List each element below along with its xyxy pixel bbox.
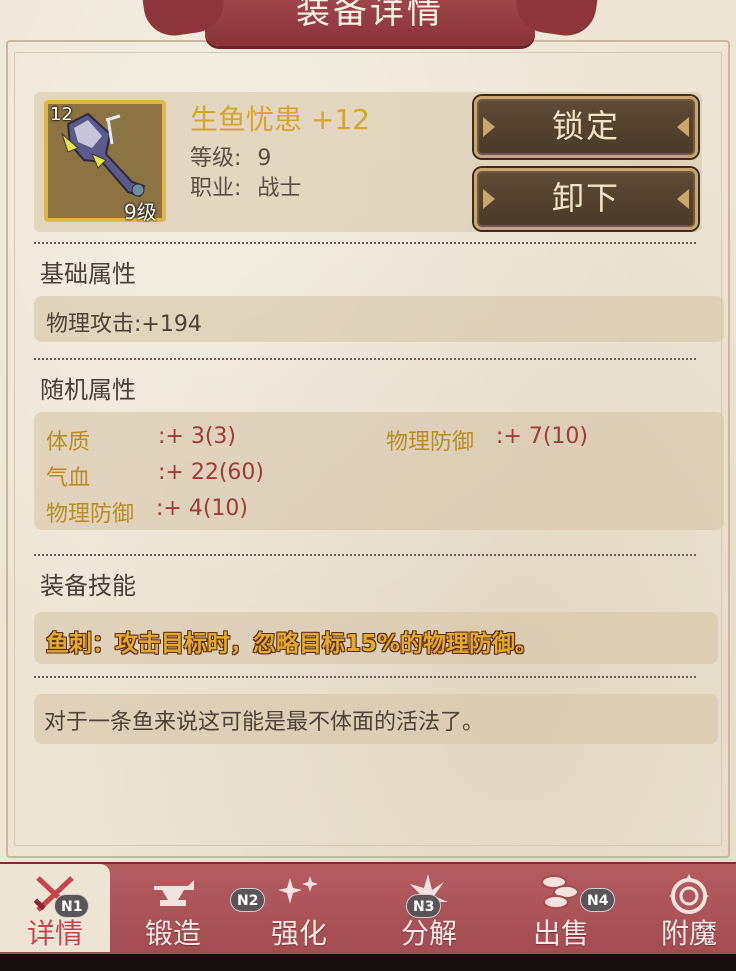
random-attr-label: 物理防御 <box>386 430 475 455</box>
random-attr-value: :+ 22(60) <box>158 460 264 485</box>
random-attr-label: 气血 <box>46 466 91 491</box>
unequip-button[interactable]: 卸下 <box>474 168 698 230</box>
tab-label: 分解 <box>400 917 457 950</box>
coins-icon <box>541 875 579 909</box>
flavor-text: 对于一条鱼来说这可能是最不体面的活法了。 <box>44 710 485 735</box>
magic-circle-icon <box>669 874 709 914</box>
annotation-badge: N1 <box>54 894 90 918</box>
random-attr-label: 物理防御 <box>46 502 135 527</box>
tab-label: 强化 <box>270 917 327 950</box>
divider <box>34 676 696 678</box>
random-attributes-title: 随机属性 <box>40 376 136 404</box>
equipment-detail-panel: 装备详情 12 9级 生鱼忧患 +12 等级: 9 职业: 战士 锁定 卸下 基础属… <box>0 0 736 862</box>
tab-forge[interactable]: 锻造 <box>118 864 228 952</box>
lock-button[interactable]: 锁定 <box>474 96 698 158</box>
annotation-badge: N4 <box>580 888 616 912</box>
tab-label: 锻造 <box>144 917 201 950</box>
item-class-row: 职业: 战士 <box>190 170 301 202</box>
equipment-skill-title: 装备技能 <box>40 572 136 600</box>
annotation-badge: N2 <box>230 888 266 912</box>
anvil-icon <box>154 880 194 906</box>
tab-enchant[interactable]: 附魔 <box>634 864 736 952</box>
item-level-row: 等级: 9 <box>190 140 271 172</box>
equipment-skill-text: 鱼刺：攻击目标时，忽略目标15%的物理防御。 <box>46 631 539 657</box>
item-name: 生鱼忧患 +12 <box>190 103 370 136</box>
item-class-label: 职业: <box>190 176 242 201</box>
tab-label: 附魔 <box>660 917 717 950</box>
item-level-value: 9 <box>257 146 272 171</box>
annotation-badge: N3 <box>406 894 442 918</box>
item-class-value: 战士 <box>257 176 302 201</box>
sparkle-icon <box>278 876 318 904</box>
page-title: 装备详情 <box>296 0 444 32</box>
base-attributes-title: 基础属性 <box>40 260 136 288</box>
item-required-level: 9级 <box>124 200 157 224</box>
base-attribute-physical-attack: 物理攻击:+194 <box>46 312 202 337</box>
random-attr-value: :+ 3(3) <box>158 424 236 449</box>
random-attributes-box <box>34 412 724 530</box>
divider <box>34 358 696 360</box>
bottom-bar <box>0 954 736 971</box>
divider <box>34 554 696 556</box>
random-attr-label: 体质 <box>46 430 91 455</box>
divider <box>34 242 696 244</box>
item-enhance-level: 12 <box>50 104 73 125</box>
random-attr-value: :+ 7(10) <box>496 424 588 449</box>
random-attr-value: :+ 4(10) <box>156 496 248 521</box>
tab-label: 详情 <box>26 917 83 950</box>
bottom-tab-bar: 详情 锻造 强化 分解 出售 附魔 N1 N2 N3 N4 <box>0 862 736 954</box>
item-level-label: 等级: <box>190 146 242 171</box>
title-ribbon: 装备详情 <box>205 0 535 46</box>
tab-label: 出售 <box>532 917 589 950</box>
